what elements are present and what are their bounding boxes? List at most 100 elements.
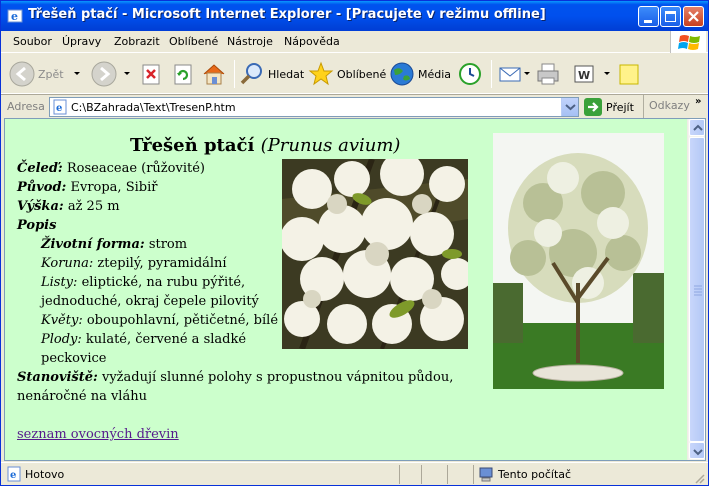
svg-text:W: W [578, 69, 590, 82]
ie-app-icon[interactable]: e [7, 8, 23, 24]
menu-oblibene[interactable]: Oblíbené [169, 35, 218, 48]
history-button[interactable] [457, 58, 483, 90]
print-button[interactable] [535, 58, 561, 90]
fruits-value-cont: peckovice [41, 351, 107, 366]
status-zone: Tento počítač [498, 468, 572, 481]
search-button[interactable]: Hledat [239, 58, 304, 90]
mail-dropdown-icon[interactable] [524, 72, 530, 75]
close-icon [688, 11, 699, 22]
refresh-icon [174, 64, 192, 85]
discuss-button[interactable] [617, 58, 641, 90]
status-bar: e Hotovo Tento počítač [1, 462, 708, 485]
printer-icon [537, 63, 559, 85]
maximize-button[interactable] [660, 6, 681, 27]
chevron-up-icon [693, 124, 703, 131]
status-cell [447, 465, 473, 484]
lifeform-value: strom [148, 237, 188, 252]
vertical-scrollbar[interactable] [687, 119, 705, 460]
flowers-value: oboupohlavní, pětičetné, bílé [86, 313, 279, 328]
origin-key: Původ: [17, 180, 67, 195]
crown-value: ztepilý, pyramidální [97, 256, 227, 271]
svg-text:e: e [56, 103, 62, 114]
address-bar: Adresa e C:\BZahrada\Text\TresenP.htm Př… [1, 94, 708, 119]
edit-button[interactable]: W [572, 58, 596, 90]
menu-soubor[interactable]: Soubor [13, 35, 52, 48]
go-arrow-icon [584, 98, 602, 116]
leaves-value: eliptické, na rubu pýřité, [81, 275, 246, 290]
grip-icon [694, 285, 702, 296]
fruits-value: kulaté, červené a sladké [85, 332, 247, 347]
habitat-value: vyžadují slunné polohy s propustnou vápn… [101, 370, 454, 385]
address-url: C:\BZahrada\Text\TresenP.htm [71, 101, 236, 114]
menu-nastroje[interactable]: Nástroje [227, 35, 273, 48]
cherry-blossom-photo [282, 159, 468, 349]
resize-grip-icon[interactable] [693, 472, 705, 484]
status-cell [399, 465, 421, 484]
toolbar-separator [491, 60, 492, 88]
menu-zobrazit[interactable]: Zobrazit [114, 35, 160, 48]
content-viewport: Třešeň ptačí (Prunus avium) Čeleď: Rosea… [4, 118, 706, 461]
refresh-button[interactable] [171, 58, 195, 90]
my-computer-icon [479, 467, 493, 482]
chevron-more-icon[interactable]: » [695, 96, 701, 107]
scroll-down-button[interactable] [689, 442, 705, 459]
fruits-key: Plody: [41, 332, 82, 347]
history-icon [459, 63, 481, 85]
close-button[interactable] [683, 6, 704, 27]
height-value: až 25 m [67, 199, 120, 214]
chevron-down-icon [693, 449, 703, 456]
page-done-icon: e [7, 466, 21, 482]
back-dropdown-icon[interactable] [74, 72, 80, 75]
habitat-value-cont: nenáročné na vláhu [17, 389, 147, 404]
stop-button[interactable] [139, 58, 163, 90]
crown-key: Koruna: [41, 256, 94, 271]
svg-text:e: e [10, 470, 16, 481]
back-button[interactable]: Zpět [9, 58, 64, 90]
menu-napoveda[interactable]: Nápověda [284, 35, 340, 48]
address-input[interactable]: e C:\BZahrada\Text\TresenP.htm [49, 97, 579, 117]
fruit-trees-list-link[interactable]: seznam ovocných dřevin [17, 427, 179, 442]
scroll-up-button[interactable] [689, 119, 705, 136]
chevron-down-icon [565, 104, 576, 111]
forward-dropdown-icon[interactable] [124, 72, 130, 75]
home-icon [203, 64, 225, 85]
forward-button[interactable] [91, 58, 117, 90]
favorites-label: Oblíbené [337, 67, 387, 81]
media-label: Média [418, 67, 452, 81]
windows-logo [670, 31, 706, 53]
links-toolbar[interactable]: Odkazy [643, 95, 690, 119]
title-common-name: Třešeň ptačí [130, 135, 255, 156]
menu-bar: Soubor Úpravy Zobrazit Oblíbené Nástroje… [1, 31, 708, 53]
page-icon: e [53, 99, 67, 115]
note-icon [619, 64, 639, 85]
toolbar-separator [234, 60, 235, 88]
favorites-button[interactable]: Oblíbené [308, 58, 386, 90]
back-arrow-icon [9, 61, 35, 87]
address-label: Adresa [7, 100, 45, 113]
title-bar[interactable]: e Třešeň ptačí - Microsoft Internet Expl… [1, 1, 708, 31]
family-value: Roseaceae (růžovité) [66, 161, 205, 176]
word-edit-icon: W [574, 65, 594, 83]
description-key: Popis [17, 218, 57, 233]
flowers-key: Květy: [41, 313, 83, 328]
lifeform-key: Životní forma: [41, 237, 145, 252]
go-label: Přejít [606, 100, 634, 114]
page-title: Třešeň ptačí (Prunus avium) [130, 135, 430, 156]
home-button[interactable] [201, 58, 227, 90]
media-button[interactable]: Média [389, 58, 451, 90]
menu-upravy[interactable]: Úpravy [62, 35, 101, 48]
status-cell [421, 465, 447, 484]
search-icon [240, 63, 262, 85]
forward-arrow-icon [91, 61, 117, 87]
window-title: Třešeň ptačí - Microsoft Internet Explor… [28, 7, 546, 22]
minimize-button[interactable] [638, 6, 659, 27]
mail-button[interactable] [497, 58, 523, 90]
page-content: Třešeň ptačí (Prunus avium) Čeleď: Rosea… [5, 119, 687, 460]
address-dropdown-button[interactable] [561, 98, 578, 116]
height-key: Výška: [17, 199, 64, 214]
media-icon [390, 62, 414, 86]
svg-text:e: e [11, 10, 18, 23]
scroll-thumb[interactable] [689, 137, 705, 442]
edit-dropdown-icon[interactable] [604, 72, 610, 75]
go-button[interactable]: Přejít [584, 97, 634, 117]
